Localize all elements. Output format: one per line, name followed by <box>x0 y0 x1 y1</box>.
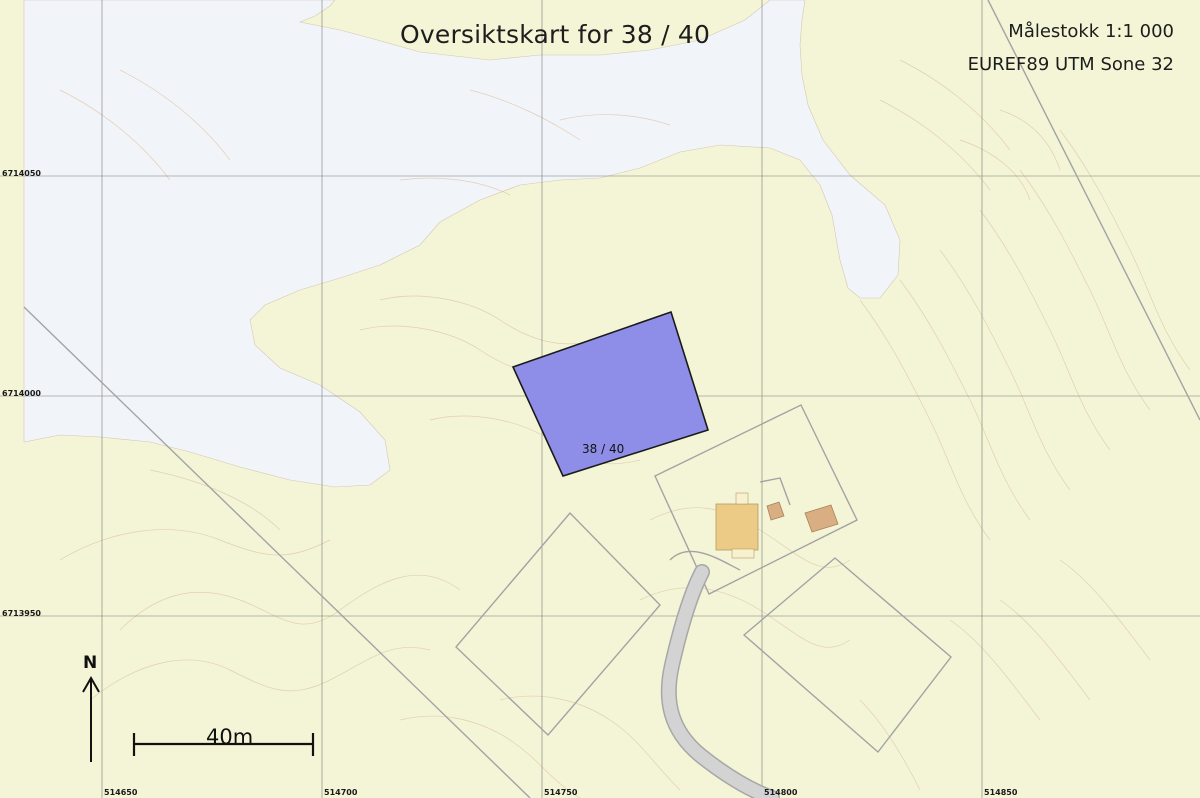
scale-bar-label: 40m <box>206 725 254 749</box>
building-annex-bottom <box>731 548 755 559</box>
building-annex-top <box>735 492 749 505</box>
grid-x-label: 514800 <box>764 788 798 797</box>
coordinate-system-label: EUREF89 UTM Sone 32 <box>967 54 1174 75</box>
grid-x-label: 514850 <box>984 788 1018 797</box>
building-main <box>715 503 759 551</box>
map-scale-label: Målestokk 1:1 000 <box>1008 21 1174 42</box>
grid-x-label: 514700 <box>324 788 358 797</box>
grid-x-label: 514650 <box>104 788 138 797</box>
grid-y-label: 6713950 <box>2 609 41 618</box>
parcel-label: 38 / 40 <box>582 442 625 456</box>
grid-x-label: 514750 <box>544 788 578 797</box>
grid-y-label: 6714000 <box>2 389 41 398</box>
map-title: Oversiktskart for 38 / 40 <box>400 20 711 49</box>
grid-y-label: 6714050 <box>2 169 41 178</box>
north-label: N <box>83 653 98 673</box>
map-canvas[interactable] <box>0 0 1200 798</box>
